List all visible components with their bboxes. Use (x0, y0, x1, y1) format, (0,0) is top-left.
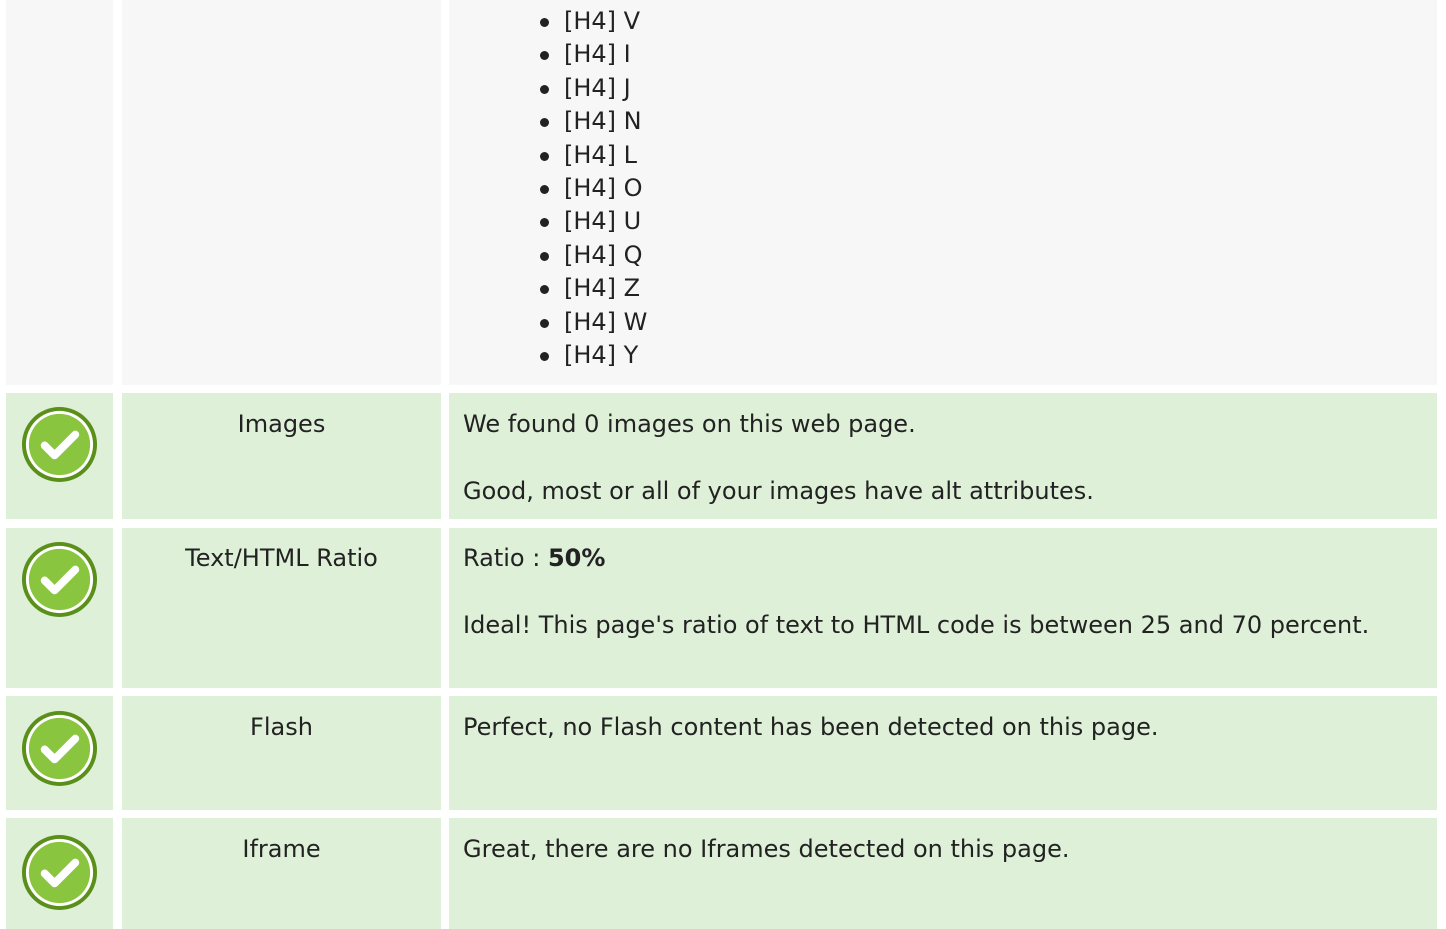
bullet-icon (540, 318, 549, 328)
bullet-icon (540, 351, 549, 361)
ratio-value: 50% (547, 544, 606, 572)
heading-item: [H4] J (540, 72, 647, 105)
ratio-prefix: Ratio : (463, 544, 548, 572)
bullet-icon (540, 118, 549, 128)
images-alt-text: Good, most or all of your images have al… (463, 477, 1094, 505)
bullet-icon (540, 151, 549, 161)
seo-results-table: [H4] V [H4] I [H4] J [H4] N [H4] L [H4] … (0, 0, 1446, 929)
heading-item: [H4] O (540, 172, 647, 205)
heading-item: [H4] I (540, 38, 647, 71)
bullet-icon (540, 51, 549, 61)
bullet-icon (540, 18, 549, 27)
images-label: Images (237, 410, 326, 438)
ratio-description-text: Ideal! This page's ratio of text to HTML… (463, 611, 1370, 639)
bullet-icon (540, 285, 549, 295)
heading-item: [H4] U (540, 205, 647, 238)
headings-list: [H4] V [H4] I [H4] J [H4] N [H4] L [H4] … (540, 5, 647, 372)
heading-item: [H4] W (540, 306, 647, 339)
heading-item: [H4] Q (540, 239, 647, 272)
check-circle-icon (21, 710, 98, 787)
bullet-icon (540, 84, 549, 94)
images-count-text: We found 0 images on this web page. (463, 410, 916, 438)
ratio-value-text: Ratio : 50% (463, 541, 1423, 575)
headings-label-cell (122, 0, 441, 385)
bullet-icon (540, 218, 549, 228)
iframe-label: Iframe (242, 835, 321, 863)
check-circle-icon (21, 541, 98, 618)
flash-label: Flash (250, 713, 313, 741)
bullet-icon (540, 251, 549, 261)
heading-item: [H4] Z (540, 272, 647, 305)
heading-item: [H4] N (540, 105, 647, 138)
iframe-result-text: Great, there are no Iframes detected on … (463, 835, 1070, 863)
heading-item: [H4] L (540, 139, 647, 172)
bullet-icon (540, 184, 549, 194)
check-circle-icon (21, 834, 98, 911)
ratio-label: Text/HTML Ratio (185, 544, 378, 572)
headings-status-cell (6, 0, 113, 385)
check-circle-icon (21, 406, 98, 483)
flash-result-text: Perfect, no Flash content has been detec… (463, 713, 1159, 741)
heading-item: [H4] V (540, 5, 647, 38)
heading-item: [H4] Y (540, 339, 647, 372)
